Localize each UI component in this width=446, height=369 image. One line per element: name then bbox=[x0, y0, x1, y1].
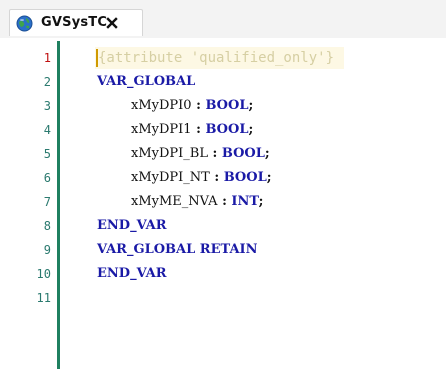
code-line-3[interactable]: 3 xMyDPI0 : BOOL; bbox=[0, 94, 446, 118]
text-caret bbox=[96, 49, 98, 67]
editor-window: GVSysTC 1 {attribute 'qualified_only'} 2… bbox=[0, 0, 446, 369]
line-number: 1 bbox=[43, 51, 51, 65]
type-separator: : bbox=[217, 194, 232, 209]
line-number: 4 bbox=[43, 123, 51, 137]
line-number: 8 bbox=[43, 219, 51, 233]
type-name: BOOL bbox=[223, 170, 267, 185]
variable-name: xMyDPI1 bbox=[131, 122, 192, 137]
semicolon: ; bbox=[266, 170, 272, 185]
variable-name: xMyDPI_NT bbox=[131, 170, 210, 185]
declaration: xMyDPI0 : BOOL; bbox=[131, 94, 253, 118]
keyword-end-var: END_VAR bbox=[97, 266, 167, 281]
code-editor[interactable]: 1 {attribute 'qualified_only'} 2 VAR_GLO… bbox=[0, 38, 446, 369]
declaration: xMyDPI_BL : BOOL; bbox=[131, 142, 270, 166]
type-name: BOOL bbox=[221, 146, 265, 161]
type-name: INT bbox=[231, 194, 259, 209]
attribute-pragma[interactable]: {attribute 'qualified_only'} bbox=[95, 47, 345, 69]
code-lines: 1 {attribute 'qualified_only'} 2 VAR_GLO… bbox=[0, 46, 446, 310]
line-number: 9 bbox=[43, 243, 51, 257]
variable-name: xMyME_NVA bbox=[131, 194, 218, 209]
line-number: 7 bbox=[43, 195, 51, 209]
tab-gvsystc[interactable]: GVSysTC bbox=[9, 9, 143, 36]
keyword-var-global: VAR_GLOBAL bbox=[97, 74, 196, 89]
type-separator: : bbox=[191, 122, 206, 137]
declaration: xMyDPI1 : BOOL; bbox=[131, 118, 253, 142]
code-line-6[interactable]: 6 xMyDPI_NT : BOOL; bbox=[0, 166, 446, 190]
code-line-10[interactable]: 10 END_VAR bbox=[0, 262, 446, 286]
globe-icon bbox=[16, 15, 33, 32]
semicolon: ; bbox=[248, 122, 254, 137]
line-number: 3 bbox=[43, 99, 51, 113]
code-line-5[interactable]: 5 xMyDPI_BL : BOOL; bbox=[0, 142, 446, 166]
tab-title: GVSysTC bbox=[41, 15, 108, 30]
code-line-8[interactable]: 8 END_VAR bbox=[0, 214, 446, 238]
tab-strip: GVSysTC bbox=[0, 0, 446, 39]
semicolon: ; bbox=[264, 146, 270, 161]
type-separator: : bbox=[207, 146, 222, 161]
variable-name: xMyDPI0 bbox=[131, 98, 192, 113]
code-line-7[interactable]: 7 xMyME_NVA : INT; bbox=[0, 190, 446, 214]
code-line-1[interactable]: 1 {attribute 'qualified_only'} bbox=[0, 46, 446, 70]
close-icon[interactable] bbox=[103, 14, 121, 32]
line-number: 5 bbox=[43, 147, 51, 161]
variable-name: xMyDPI_BL bbox=[131, 146, 208, 161]
semicolon: ; bbox=[258, 194, 264, 209]
type-name: BOOL bbox=[205, 98, 249, 113]
semicolon: ; bbox=[248, 98, 254, 113]
code-line-4[interactable]: 4 xMyDPI1 : BOOL; bbox=[0, 118, 446, 142]
code-line-2[interactable]: 2 VAR_GLOBAL bbox=[0, 70, 446, 94]
line-number: 6 bbox=[43, 171, 51, 185]
code-line-9[interactable]: 9 VAR_GLOBAL RETAIN bbox=[0, 238, 446, 262]
line-number: 10 bbox=[36, 267, 51, 281]
code-line-11[interactable]: 11 bbox=[0, 286, 446, 310]
type-name: BOOL bbox=[205, 122, 249, 137]
type-separator: : bbox=[191, 98, 206, 113]
declaration: xMyME_NVA : INT; bbox=[131, 190, 263, 214]
line-number: 2 bbox=[43, 75, 51, 89]
type-separator: : bbox=[209, 170, 224, 185]
line-number: 11 bbox=[36, 291, 51, 305]
keyword-end-var: END_VAR bbox=[97, 218, 167, 233]
declaration: xMyDPI_NT : BOOL; bbox=[131, 166, 272, 190]
keyword-var-global-retain: VAR_GLOBAL RETAIN bbox=[97, 242, 258, 257]
